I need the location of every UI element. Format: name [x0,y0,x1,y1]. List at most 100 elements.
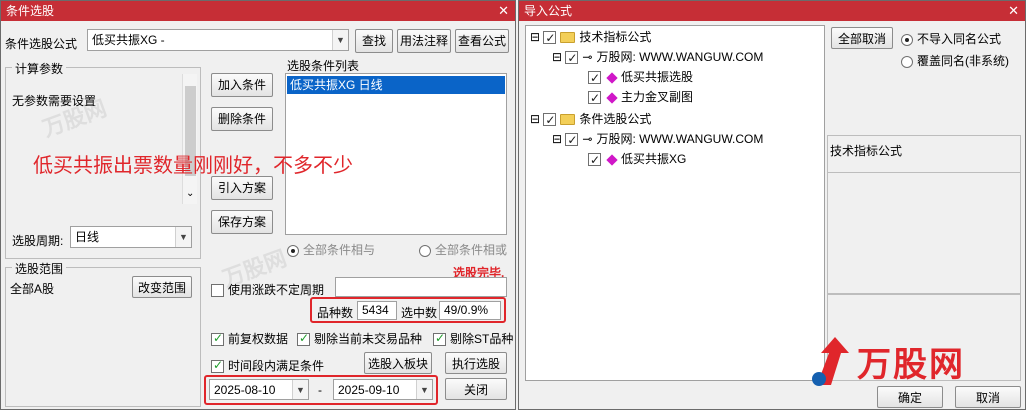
selected-value: 49/0.9% [439,301,501,320]
tree-toggle-icon[interactable]: ⊟ [530,112,540,126]
checkbox[interactable] [211,284,224,298]
formula-label: 条件选股公式 [5,37,78,51]
key-icon: ⊸ [582,132,593,146]
close-icon[interactable]: ✕ [498,1,509,21]
tree-node-cond-item1[interactable]: 低买共振XG [588,150,687,169]
checkbox[interactable] [565,131,579,149]
logo-arrow-icon [812,337,849,386]
date-to-select[interactable]: 2025-09-10 ▼ [333,379,433,400]
chevron-down-icon[interactable]: ▼ [175,227,191,247]
to-block-button[interactable]: 选股入板块 [364,352,432,374]
calc-params-text: 无参数需要设置 [12,94,97,108]
period-input[interactable] [335,277,507,297]
formula-select-value: 低买共振XG - [92,33,165,47]
window-title: 条件选股 [6,4,55,18]
remove-st-checkbox[interactable]: 剔除ST品种 [433,330,513,347]
radio-no-import[interactable]: 不导入同名公式 [901,30,1001,47]
tree-toggle-icon[interactable]: ⊟ [552,50,562,64]
checkbox[interactable] [588,69,601,87]
radio-all-or[interactable]: 全部条件相或 [419,241,507,258]
use-period-label: 使用涨跌不定周期 [228,283,325,297]
remove-notrade-label: 剔除当前未交易品种 [314,332,423,346]
checkbox[interactable] [543,111,557,129]
params-scrollbar[interactable]: ⌄ [182,74,197,204]
formula-tree[interactable]: ⊟ 技术指标公式 ⊟ ⊸万股网: WWW.WANGUW.COM 低买共振选股 主… [525,25,825,381]
date-from-value: 2025-08-10 [214,383,276,397]
selected-label: 选中数 [401,306,438,320]
view-formula-button[interactable]: 查看公式 [455,29,509,53]
formula-diamond-icon [606,92,618,104]
time-period-label: 时间段内满足条件 [228,359,325,373]
range-title: 选股范围 [12,260,67,277]
import-scheme-button[interactable]: 引入方案 [211,176,273,200]
tree-node-tech-folder[interactable]: ⊟ 技术指标公式 [530,28,651,47]
logo: 万股网 [809,331,1009,391]
delete-condition-button[interactable]: 删除条件 [211,107,273,131]
cancel-all-button[interactable]: 全部取消 [831,27,893,49]
date-to-value: 2025-09-10 [338,383,400,397]
radio-icon[interactable] [901,33,913,46]
usage-notes-button[interactable]: 用法注释 [397,29,451,53]
tree-label: 万股网: WWW.WANGUW.COM [596,50,764,64]
tree-node-tech-site[interactable]: ⊟ ⊸万股网: WWW.WANGUW.COM [552,48,764,67]
range-value: 全部A股 [10,282,55,296]
radio-all-and[interactable]: 全部条件相与 [287,241,375,258]
checkbox[interactable] [543,29,557,47]
checkbox[interactable] [565,49,579,67]
find-button[interactable]: 查找 [355,29,393,53]
tree-label: 低买共振XG [621,152,687,166]
radio-icon[interactable] [901,55,913,68]
period-select[interactable]: 日线 ▼ [70,226,192,248]
tree-label: 主力金叉副图 [621,90,694,104]
checkbox[interactable] [588,89,601,107]
tree-node-tech-item2[interactable]: 主力金叉副图 [588,88,694,107]
condition-list-item-label: 低买共振XG 日线 [290,78,383,92]
checkbox[interactable] [433,331,446,347]
checkbox[interactable] [588,151,601,169]
date-separator: - [318,383,322,397]
range-group: 选股范围 全部A股 改变范围 [5,260,201,407]
radio-icon[interactable] [287,244,299,257]
formula-diamond-icon [606,72,618,84]
tree-toggle-icon[interactable]: ⊟ [530,30,540,44]
import-formula-window: 导入公式 ✕ ⊟ 技术指标公式 ⊟ ⊸万股网: WWW.WANGUW.COM 低… [518,0,1026,410]
prefq-checkbox[interactable]: 前复权数据 [211,330,288,347]
use-period-checkbox[interactable]: 使用涨跌不定周期 [211,281,324,298]
date-from-select[interactable]: 2025-08-10 ▼ [209,379,309,400]
info-label: 技术指标公式 [830,144,903,158]
close-button[interactable]: 关闭 [445,378,507,400]
remove-notrade-checkbox[interactable]: 剔除当前未交易品种 [297,330,422,347]
chevron-down-icon[interactable]: ▼ [416,380,432,399]
close-icon[interactable]: ✕ [1008,1,1019,21]
period-label: 选股周期: [12,234,64,248]
execute-button[interactable]: 执行选股 [445,352,507,374]
add-condition-button[interactable]: 加入条件 [211,73,273,97]
remove-st-label: 剔除ST品种 [450,332,514,346]
info-top-area [828,172,1020,173]
chevron-down-icon[interactable]: ▼ [332,30,348,50]
tree-toggle-icon[interactable]: ⊟ [552,132,562,146]
period-select-value: 日线 [75,230,100,244]
key-icon: ⊸ [582,50,593,64]
chevron-down-icon[interactable]: ⌄ [186,188,194,199]
condition-list-item[interactable]: 低买共振XG 日线 [287,76,505,94]
tree-node-tech-item1[interactable]: 低买共振选股 [588,68,693,87]
prefq-label: 前复权数据 [228,332,289,346]
radio-all-and-label: 全部条件相与 [303,243,376,257]
radio-overwrite[interactable]: 覆盖同名(非系统) [901,52,1009,69]
save-scheme-button[interactable]: 保存方案 [211,210,273,234]
time-period-checkbox[interactable]: 时间段内满足条件 [211,357,324,374]
checkbox[interactable] [297,331,310,347]
radio-icon[interactable] [419,244,431,257]
tree-node-cond-folder[interactable]: ⊟ 条件选股公式 [530,110,651,129]
checkbox[interactable] [211,331,224,347]
change-range-button[interactable]: 改变范围 [132,276,192,298]
overlay-annotation: 低买共振出票数量刚刚好，不多不少 [33,155,353,177]
tree-label: 万股网: WWW.WANGUW.COM [596,132,764,146]
tree-node-cond-site[interactable]: ⊟ ⊸万股网: WWW.WANGUW.COM [552,130,764,149]
info-panel: 技术指标公式 [827,135,1021,295]
chevron-down-icon[interactable]: ▼ [292,380,308,399]
formula-select[interactable]: 低买共振XG - ▼ [87,29,349,51]
checkbox[interactable] [211,358,224,374]
count-label: 品种数 [317,306,354,320]
